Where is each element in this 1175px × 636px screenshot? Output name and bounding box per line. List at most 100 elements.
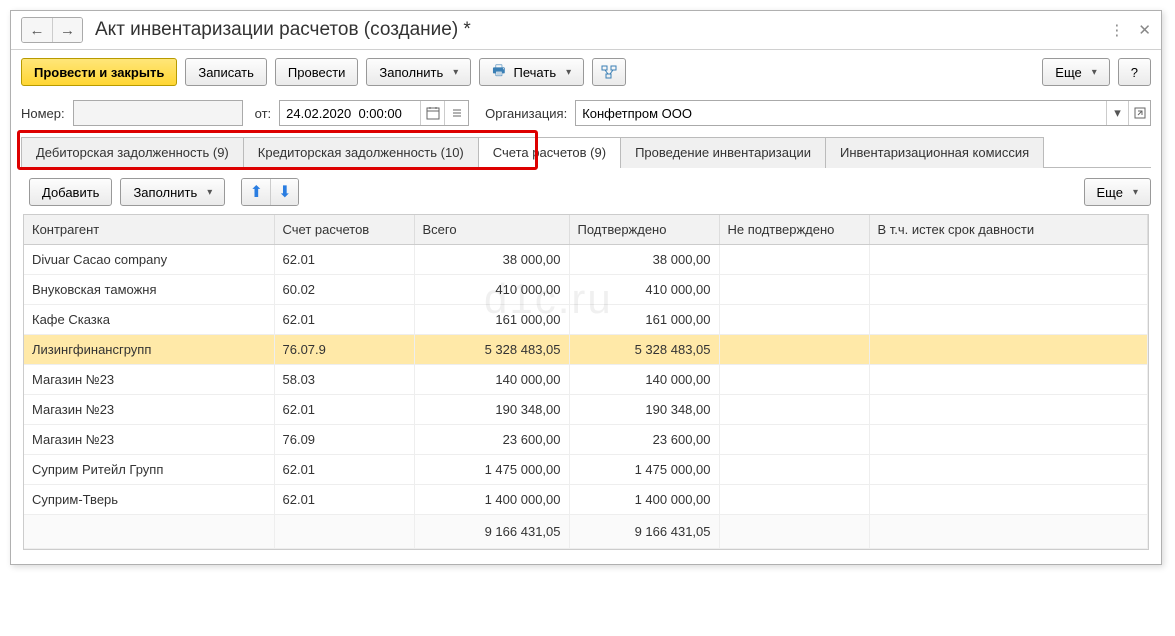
open-icon[interactable]: [1128, 101, 1150, 125]
cell-total: 5 328 483,05: [414, 335, 569, 365]
cell-counterparty: Магазин №23: [24, 365, 274, 395]
table-row[interactable]: Магазин №2358.03140 000,00140 000,00: [24, 365, 1148, 395]
cell-counterparty: Кафе Сказка: [24, 305, 274, 335]
structure-button[interactable]: [592, 58, 626, 86]
cell-account: 62.01: [274, 455, 414, 485]
forward-button[interactable]: →: [52, 18, 82, 42]
table-row[interactable]: Кафе Сказка62.01161 000,00161 000,00: [24, 305, 1148, 335]
structure-icon: [601, 65, 617, 79]
cell-unconfirmed: [719, 305, 869, 335]
cell-confirmed: 140 000,00: [569, 365, 719, 395]
cell-expired: [869, 305, 1148, 335]
col-unconfirmed[interactable]: Не подтверждено: [719, 215, 869, 245]
tabs: Дебиторская задолженность (9) Кредиторск…: [21, 136, 1151, 168]
fill-rows-button[interactable]: Заполнить: [120, 178, 225, 206]
cell-counterparty: Суприм-Тверь: [24, 485, 274, 515]
add-row-button[interactable]: Добавить: [29, 178, 112, 206]
cell-total: 23 600,00: [414, 425, 569, 455]
date-menu-icon[interactable]: [444, 101, 468, 125]
arrow-up-icon: ⬆: [250, 182, 263, 202]
cell-counterparty: Суприм Ритейл Групп: [24, 455, 274, 485]
cell-unconfirmed: [719, 365, 869, 395]
cell-confirmed: 38 000,00: [569, 245, 719, 275]
cell-expired: [869, 425, 1148, 455]
table-row[interactable]: Суприм-Тверь62.011 400 000,001 400 000,0…: [24, 485, 1148, 515]
cell-account: 62.01: [274, 395, 414, 425]
move-down-button[interactable]: ⬇: [270, 179, 298, 205]
tab-inventory-process[interactable]: Проведение инвентаризации: [620, 137, 826, 168]
tab-creditors[interactable]: Кредиторская задолженность (10): [243, 137, 479, 168]
cell-total: 1 400 000,00: [414, 485, 569, 515]
accounts-table: Контрагент Счет расчетов Всего Подтвержд…: [24, 215, 1148, 549]
write-button[interactable]: Записать: [185, 58, 267, 86]
col-account[interactable]: Счет расчетов: [274, 215, 414, 245]
col-total[interactable]: Всего: [414, 215, 569, 245]
col-confirmed[interactable]: Подтверждено: [569, 215, 719, 245]
table-row[interactable]: Магазин №2376.0923 600,0023 600,00: [24, 425, 1148, 455]
table-row[interactable]: Внуковская таможня60.02410 000,00410 000…: [24, 275, 1148, 305]
cell-expired: [869, 245, 1148, 275]
tab-accounts[interactable]: Счета расчетов (9): [478, 137, 621, 168]
tab-commission[interactable]: Инвентаризационная комиссия: [825, 137, 1044, 168]
print-button[interactable]: Печать: [479, 58, 584, 86]
organization-field[interactable]: ▾: [575, 100, 1151, 126]
cell-expired: [869, 395, 1148, 425]
post-button[interactable]: Провести: [275, 58, 359, 86]
cell-counterparty: Лизингфинансгрупп: [24, 335, 274, 365]
table-row[interactable]: Суприм Ритейл Групп62.011 475 000,001 47…: [24, 455, 1148, 485]
cell-unconfirmed: [719, 275, 869, 305]
cell-account: 76.09: [274, 425, 414, 455]
move-up-button[interactable]: ⬆: [242, 179, 270, 205]
menu-icon[interactable]: ⋮: [1109, 21, 1124, 39]
cell-unconfirmed: [719, 425, 869, 455]
cell-confirmed: 1 475 000,00: [569, 455, 719, 485]
close-icon[interactable]: ✕: [1138, 21, 1151, 39]
calendar-icon[interactable]: [420, 101, 444, 125]
cell-expired: [869, 335, 1148, 365]
cell-total: 161 000,00: [414, 305, 569, 335]
cell-unconfirmed: [719, 335, 869, 365]
cell-confirmed: 161 000,00: [569, 305, 719, 335]
from-label: от:: [255, 106, 272, 121]
cell-unconfirmed: [719, 485, 869, 515]
post-and-close-button[interactable]: Провести и закрыть: [21, 58, 177, 86]
cell-expired: [869, 455, 1148, 485]
date-input[interactable]: [280, 104, 420, 123]
cell-total: 410 000,00: [414, 275, 569, 305]
date-field[interactable]: [279, 100, 469, 126]
printer-icon: [492, 60, 507, 84]
cell-unconfirmed: [719, 395, 869, 425]
cell-total: 140 000,00: [414, 365, 569, 395]
org-label: Организация:: [485, 106, 567, 121]
table-row[interactable]: Divuar Cacao company62.0138 000,0038 000…: [24, 245, 1148, 275]
cell-unconfirmed: [719, 455, 869, 485]
dropdown-icon[interactable]: ▾: [1106, 101, 1128, 125]
cell-account: 62.01: [274, 245, 414, 275]
cell-confirmed: 5 328 483,05: [569, 335, 719, 365]
number-field[interactable]: [73, 100, 243, 126]
table-row[interactable]: Лизингфинансгрупп76.07.95 328 483,055 32…: [24, 335, 1148, 365]
cell-total: 190 348,00: [414, 395, 569, 425]
help-button[interactable]: ?: [1118, 58, 1151, 86]
fill-button[interactable]: Заполнить: [366, 58, 471, 86]
organization-input[interactable]: [576, 104, 1106, 123]
col-counterparty[interactable]: Контрагент: [24, 215, 274, 245]
table-row[interactable]: Магазин №2362.01190 348,00190 348,00: [24, 395, 1148, 425]
cell-total: 38 000,00: [414, 245, 569, 275]
tab-debtors[interactable]: Дебиторская задолженность (9): [21, 137, 244, 168]
cell-account: 62.01: [274, 485, 414, 515]
arrow-down-icon: ⬇: [278, 182, 291, 202]
cell-counterparty: Внуковская таможня: [24, 275, 274, 305]
table-more-button[interactable]: Еще: [1084, 178, 1151, 206]
back-button[interactable]: ←: [22, 18, 52, 42]
more-button[interactable]: Еще: [1042, 58, 1109, 86]
total-sum: 9 166 431,05: [414, 515, 569, 549]
nav-buttons: ← →: [21, 17, 83, 43]
cell-account: 60.02: [274, 275, 414, 305]
col-expired[interactable]: В т.ч. истек срок давности: [869, 215, 1148, 245]
cell-account: 62.01: [274, 305, 414, 335]
cell-confirmed: 410 000,00: [569, 275, 719, 305]
totals-row: 9 166 431,05 9 166 431,05: [24, 515, 1148, 549]
cell-expired: [869, 485, 1148, 515]
cell-counterparty: Магазин №23: [24, 425, 274, 455]
